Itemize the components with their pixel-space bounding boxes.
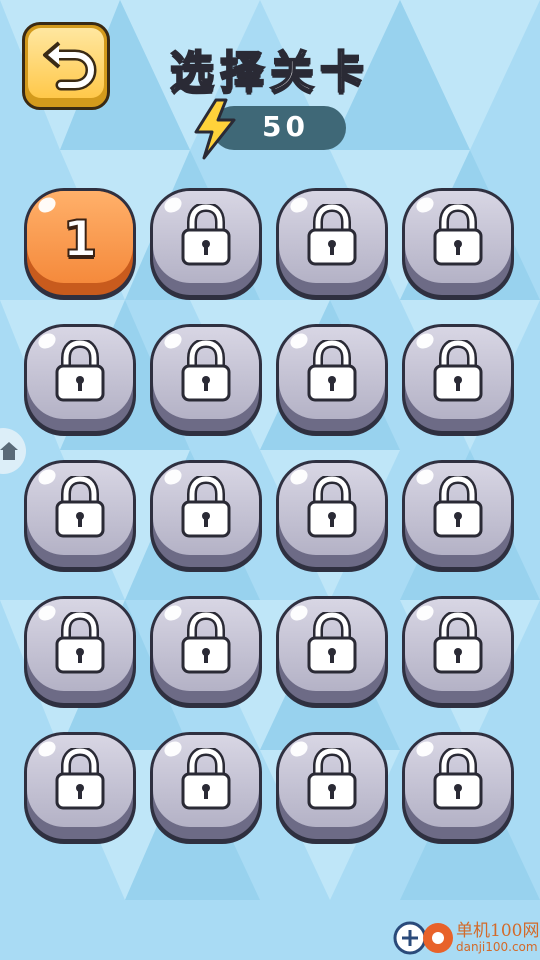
- lock-icon-wrap: [180, 745, 232, 816]
- level-button-locked[interactable]: [150, 596, 262, 708]
- lock-icon-wrap: [306, 473, 358, 544]
- lock-icon-wrap: [180, 473, 232, 544]
- lock-icon-wrap: [306, 201, 358, 272]
- level-button-locked[interactable]: [276, 460, 388, 572]
- lock-icon: [181, 609, 231, 674]
- watermark-logo: [393, 921, 453, 955]
- level-button-locked[interactable]: [24, 460, 136, 572]
- lightning-bolt-icon: [194, 98, 236, 160]
- level-button-locked[interactable]: [150, 460, 262, 572]
- lock-icon: [181, 745, 231, 810]
- lock-icon-wrap: [432, 609, 484, 680]
- level-button-locked[interactable]: [402, 188, 514, 300]
- level-button-locked[interactable]: [402, 324, 514, 436]
- level-button-locked[interactable]: [276, 732, 388, 844]
- lock-icon-wrap: [306, 337, 358, 408]
- watermark-title: 单机100网: [456, 921, 540, 941]
- lock-icon: [55, 337, 105, 402]
- level-button-1[interactable]: 1: [24, 188, 136, 300]
- lock-icon-wrap: [432, 473, 484, 544]
- level-button-locked[interactable]: [24, 596, 136, 708]
- lock-icon: [433, 609, 483, 674]
- watermark-url: danji100.com: [456, 940, 538, 954]
- level-button-locked[interactable]: [276, 324, 388, 436]
- level-button-locked[interactable]: [150, 188, 262, 300]
- level-button-locked[interactable]: [150, 324, 262, 436]
- level-button-locked[interactable]: [402, 732, 514, 844]
- level-button-locked[interactable]: [276, 596, 388, 708]
- lock-icon-wrap: [54, 337, 106, 408]
- lock-icon: [433, 337, 483, 402]
- level-button-locked[interactable]: [150, 732, 262, 844]
- lock-icon: [307, 473, 357, 538]
- lock-icon-wrap: [180, 609, 232, 680]
- lock-icon: [181, 337, 231, 402]
- level-button-locked[interactable]: [24, 324, 136, 436]
- lock-icon-wrap: [432, 337, 484, 408]
- level-grid: 1: [0, 0, 540, 960]
- lock-icon-wrap: [432, 201, 484, 272]
- level-button-locked[interactable]: [24, 732, 136, 844]
- lock-icon-wrap: [54, 609, 106, 680]
- lock-icon-wrap: [54, 473, 106, 544]
- lock-icon: [307, 337, 357, 402]
- lock-icon: [307, 609, 357, 674]
- lock-icon-wrap: [306, 609, 358, 680]
- house-icon: [0, 442, 18, 460]
- level-button-locked[interactable]: [276, 188, 388, 300]
- lock-icon: [307, 745, 357, 810]
- lock-icon: [433, 201, 483, 266]
- lock-icon: [433, 745, 483, 810]
- lock-icon-wrap: [306, 745, 358, 816]
- level-button-locked[interactable]: [402, 460, 514, 572]
- lock-icon: [307, 201, 357, 266]
- lock-icon: [181, 201, 231, 266]
- level-button-locked[interactable]: [402, 596, 514, 708]
- lock-icon: [433, 473, 483, 538]
- lock-icon-wrap: [54, 745, 106, 816]
- lock-icon-wrap: [180, 337, 232, 408]
- level-number: 1: [62, 209, 99, 269]
- lock-icon-wrap: [180, 201, 232, 272]
- lock-icon: [55, 473, 105, 538]
- lock-icon: [55, 609, 105, 674]
- lock-icon: [55, 745, 105, 810]
- lock-icon: [181, 473, 231, 538]
- lock-icon-wrap: [432, 745, 484, 816]
